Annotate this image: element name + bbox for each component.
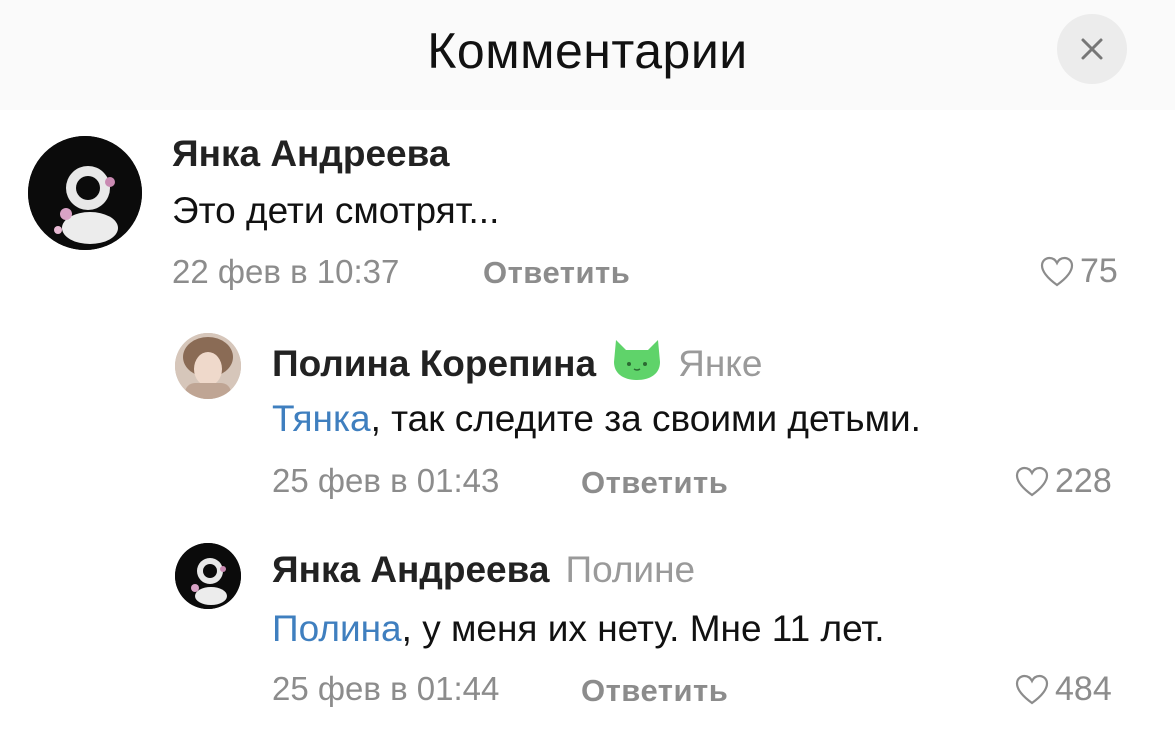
close-button[interactable]: [1057, 14, 1127, 84]
mention-link[interactable]: Полина: [272, 608, 402, 649]
comment-date: 25 фев в 01:44: [272, 670, 500, 707]
reply-addressee[interactable]: Полине: [565, 549, 695, 591]
reply-button[interactable]: Ответить: [483, 255, 630, 291]
avatar-image: [28, 136, 142, 250]
like-count: 484: [1055, 670, 1112, 708]
comment-text-body: , у меня их нету. Мне 11 лет.: [401, 608, 885, 649]
avatar-image: [175, 333, 241, 399]
avatar[interactable]: [175, 543, 241, 609]
avatar[interactable]: [28, 136, 142, 250]
reply-addressee[interactable]: Янке: [678, 343, 762, 385]
comment-author[interactable]: Янка Андреева: [172, 133, 449, 175]
heart-icon: [1015, 466, 1049, 496]
comment-text-body: , так следите за своими детьми.: [370, 398, 921, 439]
page-title: Комментарии: [427, 23, 748, 79]
comment-author[interactable]: Янка Андреева: [272, 549, 549, 591]
mention-link[interactable]: Тянка: [272, 398, 371, 439]
comment-date: 22 фев в 10:37: [172, 253, 400, 290]
reply-button[interactable]: Ответить: [581, 465, 728, 501]
comments-header: Комментарии: [0, 0, 1175, 110]
like-button[interactable]: 228: [1015, 462, 1112, 501]
comment-author-line: Полина Корепина Янке: [272, 336, 762, 391]
comment-text-body: Это дети смотрят...: [172, 190, 500, 231]
comment-text: Тянка, так следите за своими детьми.: [272, 398, 921, 440]
comment-text: Полина, у меня их нету. Мне 11 лет.: [272, 608, 885, 650]
heart-icon: [1015, 674, 1049, 704]
comment-author[interactable]: Полина Корепина: [272, 343, 596, 385]
cat-badge-icon: [610, 336, 664, 391]
comment-author-line: Янка Андреева Полине: [272, 549, 695, 591]
heart-icon: [1040, 256, 1074, 286]
like-button[interactable]: 75: [1040, 252, 1118, 291]
comment-text: Это дети смотрят...: [172, 190, 499, 232]
reply-button[interactable]: Ответить: [581, 673, 728, 709]
comment-date: 25 фев в 01:43: [272, 462, 500, 499]
close-icon: [1081, 38, 1103, 60]
avatar[interactable]: [175, 333, 241, 399]
avatar-image: [175, 543, 241, 609]
like-count: 75: [1080, 252, 1118, 290]
like-count: 228: [1055, 462, 1112, 500]
like-button[interactable]: 484: [1015, 670, 1112, 709]
